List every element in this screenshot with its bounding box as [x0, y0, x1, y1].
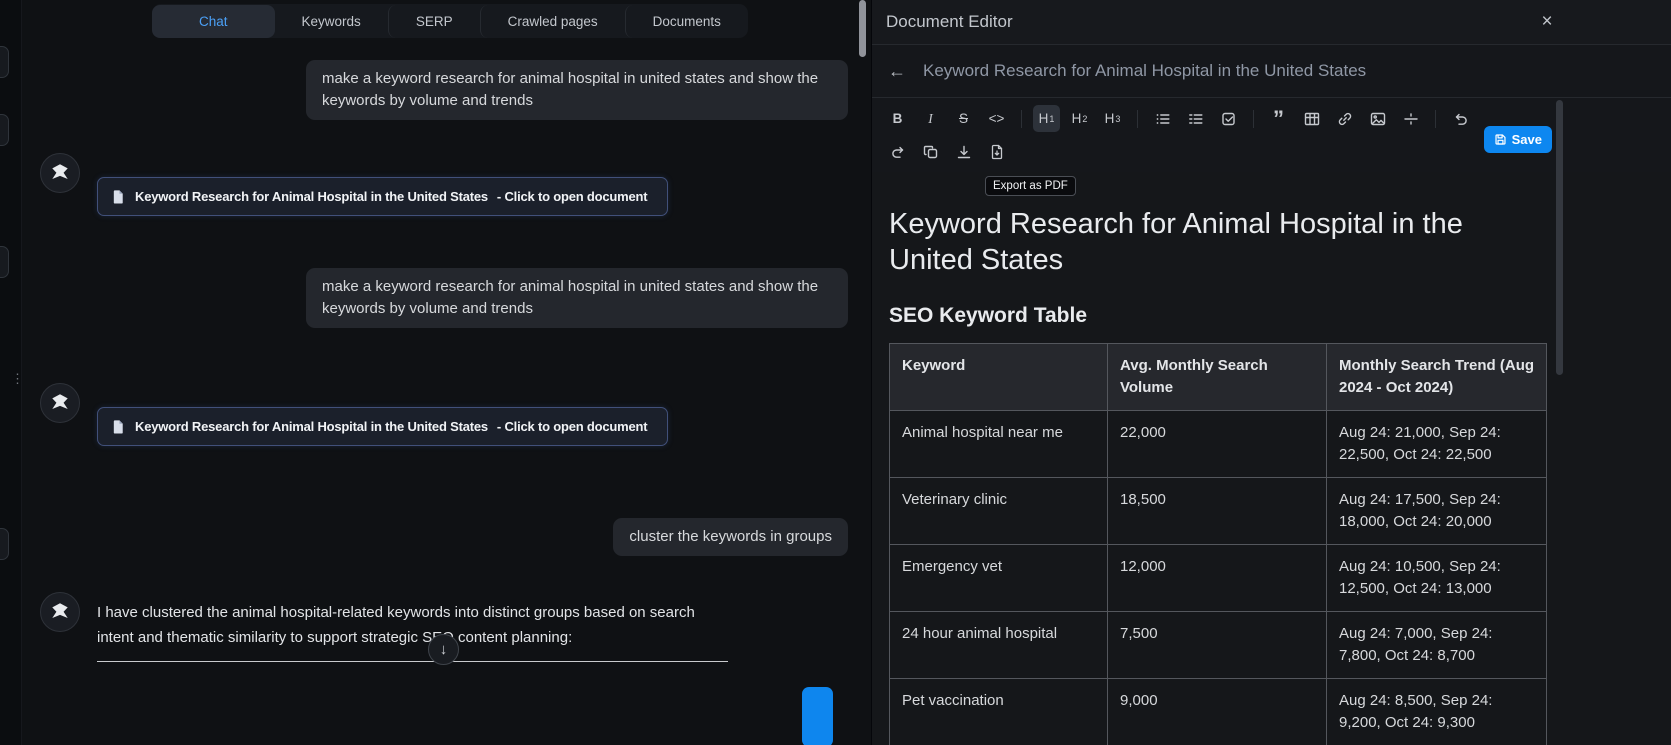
chat-panel: Chat Keywords SERP Crawled pages Documen… — [22, 0, 871, 745]
table-row: Veterinary clinic 18,500 Aug 24: 17,500,… — [889, 477, 1547, 545]
document-editor-panel: Document Editor × ← Keyword Research for… — [871, 0, 1671, 745]
strikethrough-button[interactable]: S — [950, 105, 977, 132]
scroll-to-bottom-button[interactable]: ↓ — [428, 634, 459, 665]
bot-avatar — [40, 383, 80, 423]
close-icon[interactable]: × — [1535, 9, 1559, 35]
user-message: make a keyword research for animal hospi… — [306, 60, 848, 120]
sidebar-partial-item[interactable] — [0, 246, 9, 278]
heading2-button[interactable]: H2 — [1066, 105, 1093, 132]
horizontal-rule-icon[interactable] — [1397, 105, 1424, 132]
col-header-trend: Monthly Search Trend (Aug 2024 - Oct 202… — [1326, 343, 1547, 411]
table-row: Pet vaccination 9,000 Aug 24: 8,500, Sep… — [889, 678, 1547, 745]
save-button[interactable]: Save — [1483, 126, 1552, 153]
sidebar-partial-item[interactable] — [0, 528, 9, 560]
document-card-title: Keyword Research for Animal Hospital in … — [135, 189, 488, 204]
italic-button[interactable]: I — [917, 105, 944, 132]
heading3-button[interactable]: H3 — [1099, 105, 1126, 132]
document-card-action: - Click to open document — [496, 189, 648, 204]
tooltip-export-pdf: Export as PDF — [985, 176, 1076, 196]
table-row: Emergency vet 12,000 Aug 24: 10,500, Sep… — [889, 544, 1547, 612]
col-header-volume: Avg. Monthly Search Volume — [1107, 343, 1327, 411]
document-file-icon — [113, 190, 123, 204]
seo-keyword-table: Keyword Avg. Monthly Search Volume Month… — [889, 343, 1547, 745]
table-icon[interactable] — [1298, 105, 1325, 132]
toolbar-separator — [1435, 109, 1436, 128]
tab-serp[interactable]: SERP — [387, 4, 480, 38]
document-link-card[interactable]: Keyword Research for Animal Hospital in … — [97, 177, 668, 216]
image-icon[interactable] — [1364, 105, 1391, 132]
col-header-keyword: Keyword — [889, 343, 1108, 411]
message-divider — [97, 661, 728, 662]
editor-scrollbar-thumb[interactable] — [1556, 100, 1563, 375]
bot-avatar — [40, 592, 80, 632]
chat-tabbar: Chat Keywords SERP Crawled pages Documen… — [152, 4, 748, 38]
redo-icon[interactable] — [884, 138, 911, 165]
ordered-list-icon[interactable] — [1182, 105, 1209, 132]
heading1-button[interactable]: H1 — [1033, 105, 1060, 132]
export-pdf-icon[interactable] — [983, 138, 1010, 165]
bot-avatar — [40, 153, 80, 193]
toolbar-separator — [1137, 109, 1138, 128]
assistant-message: I have clustered the animal hospital-rel… — [97, 604, 695, 646]
panel-title: Document Editor — [886, 12, 1013, 31]
task-list-icon[interactable] — [1215, 105, 1242, 132]
sidebar-partial-item[interactable] — [0, 114, 9, 146]
tab-chat[interactable]: Chat — [152, 4, 275, 38]
document-editor-content[interactable]: Keyword Research for Animal Hospital in … — [872, 172, 1671, 745]
back-arrow-icon[interactable]: ← — [888, 61, 906, 82]
blockquote-icon[interactable]: ” — [1265, 105, 1292, 132]
tab-keywords[interactable]: Keywords — [275, 5, 388, 38]
tab-crawled-pages[interactable]: Crawled pages — [479, 4, 625, 38]
toolbar-separator — [1021, 109, 1022, 128]
document-link-card[interactable]: Keyword Research for Animal Hospital in … — [97, 407, 668, 446]
bold-button[interactable]: B — [884, 105, 911, 132]
tab-documents[interactable]: Documents — [624, 4, 748, 38]
document-card-title: Keyword Research for Animal Hospital in … — [135, 419, 488, 434]
editor-header: Document Editor × — [872, 0, 1671, 45]
user-message: cluster the keywords in groups — [613, 518, 848, 556]
document-subheading: SEO Keyword Table — [889, 304, 1087, 327]
bot-logo-icon — [52, 603, 68, 619]
download-icon[interactable] — [950, 138, 977, 165]
collapsed-sidebar: ⋮⋮ — [0, 0, 36, 745]
document-file-icon — [113, 420, 123, 434]
save-icon — [1495, 134, 1506, 145]
bullet-list-icon[interactable] — [1149, 105, 1176, 132]
table-header-row: Keyword Avg. Monthly Search Volume Month… — [889, 343, 1547, 411]
arrow-down-icon: ↓ — [439, 641, 448, 658]
copy-icon[interactable] — [917, 138, 944, 165]
undo-icon[interactable] — [1447, 105, 1474, 132]
user-message: make a keyword research for animal hospi… — [306, 268, 848, 328]
sidebar-partial-item[interactable] — [0, 46, 9, 78]
code-button[interactable]: <> — [983, 105, 1010, 132]
table-row: 24 hour animal hospital 7,500 Aug 24: 7,… — [889, 611, 1547, 679]
editor-subheader: ← Keyword Research for Animal Hospital i… — [872, 45, 1671, 98]
document-card-action: - Click to open document — [496, 419, 648, 434]
toolbar-separator — [1253, 109, 1254, 128]
link-icon[interactable] — [1331, 105, 1358, 132]
bot-logo-icon — [52, 394, 68, 410]
table-row: Animal hospital near me 22,000 Aug 24: 2… — [889, 410, 1547, 478]
bot-logo-icon — [52, 164, 68, 180]
document-title: Keyword Research for Animal Hospital in … — [923, 61, 1367, 80]
send-button[interactable] — [802, 687, 833, 745]
document-heading: Keyword Research for Animal Hospital in … — [889, 208, 1463, 276]
chat-scrollbar-thumb[interactable] — [859, 0, 866, 57]
